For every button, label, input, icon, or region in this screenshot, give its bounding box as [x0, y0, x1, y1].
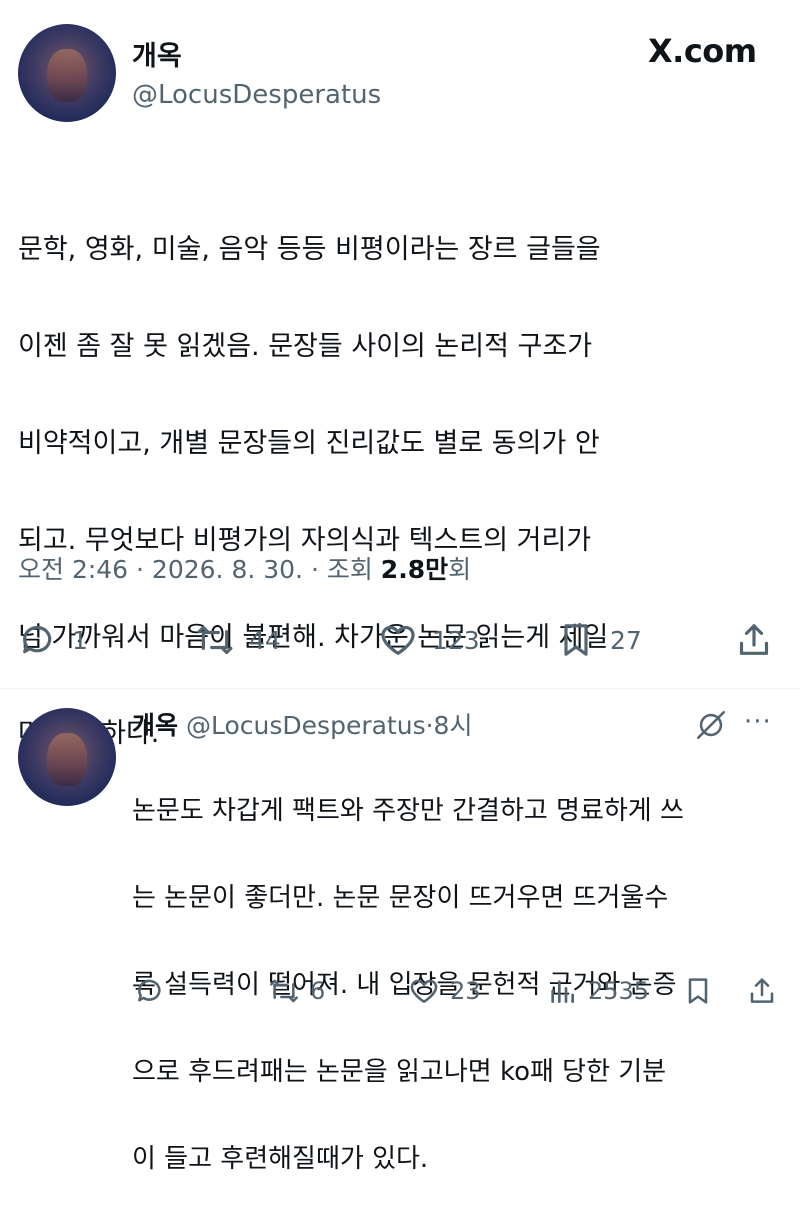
tweet-text-line: 문학, 영화, 미술, 음악 등등 비평이라는 장르 글들을 [18, 234, 601, 266]
reply-share-button[interactable] [746, 975, 778, 1007]
reply-icon [138, 979, 161, 1002]
avatar[interactable] [18, 24, 116, 122]
view-count: 2.8만 [380, 555, 449, 584]
reply-text-line: 이 들고 후련해질때가 있다. [132, 1144, 429, 1175]
like-button[interactable]: 123 [378, 620, 480, 660]
display-name[interactable]: 개옥 [132, 34, 182, 73]
retweet-button[interactable]: 44 [195, 620, 281, 660]
tweet-meta: 오전 2:46 · 2026. 8. 30. · 조회 2.8만회 [18, 550, 471, 586]
reply-display-name[interactable]: 개옥 [132, 711, 178, 740]
reply-text-line: 논문도 차갑게 팩트와 주장만 간결하고 명료하게 쓰 [132, 795, 684, 826]
reply-text-line: 으로 후드려패는 논문을 읽고나면 ko패 당한 기분 [132, 1057, 667, 1088]
reply-time[interactable]: 8시 [434, 711, 473, 740]
reply-reply-button[interactable] [134, 975, 176, 1007]
divider [0, 688, 800, 689]
tweet-text-line: 이젠 좀 잘 못 읽겠음. 문장들 사이의 논리적 구조가 [18, 331, 593, 363]
reply-like-button[interactable]: 23 [408, 975, 481, 1007]
reply-button[interactable]: 1 [18, 620, 88, 660]
reply-like-count: 23 [450, 977, 481, 1005]
reply-icon [23, 625, 52, 654]
reply-retweet-count: 6 [310, 977, 326, 1005]
view-suffix: 회 [448, 555, 472, 584]
retweet-icon [197, 625, 233, 655]
bookmark-icon [564, 624, 588, 656]
retweet-icon [270, 979, 298, 1003]
analytics-icon [551, 980, 574, 1003]
reply-count: 1 [72, 625, 88, 655]
retweet-count: 44 [249, 625, 281, 655]
user-handle[interactable]: @LocusDesperatus [132, 80, 381, 110]
bookmark-button[interactable]: 27 [556, 620, 642, 660]
tweet-text-line: 비약적이고, 개별 문장들의 진리값도 별로 동의가 안 [18, 428, 600, 460]
bookmark-count: 27 [610, 625, 642, 655]
reply-views-count: 2535 [588, 977, 650, 1005]
reply-header: 개옥 @LocusDesperatus·8시 [132, 706, 472, 742]
share-icon [750, 978, 774, 1003]
reply-avatar[interactable] [18, 708, 116, 806]
separator: · [425, 711, 434, 740]
heart-icon [410, 979, 438, 1003]
timestamp: 오전 2:46 · 2026. 8. 30. · 조회 [18, 555, 381, 584]
share-button[interactable] [734, 620, 774, 660]
reply-views-button[interactable]: 2535 [546, 975, 649, 1007]
grok-icon[interactable] [694, 708, 728, 742]
like-count: 123 [432, 625, 480, 655]
reply-text-line: 는 논문이 좋더만. 논문 문장이 뜨거우면 뜨거울수 [132, 882, 669, 913]
more-options-icon[interactable]: ··· [744, 709, 778, 740]
reply-bookmark-button[interactable] [682, 975, 714, 1007]
bookmark-icon [688, 978, 708, 1004]
share-icon [739, 624, 769, 655]
reply-handle[interactable]: @LocusDesperatus [186, 711, 426, 740]
reply-retweet-button[interactable]: 6 [268, 975, 325, 1007]
heart-icon [381, 625, 415, 655]
x-logo: X.com [648, 32, 757, 70]
